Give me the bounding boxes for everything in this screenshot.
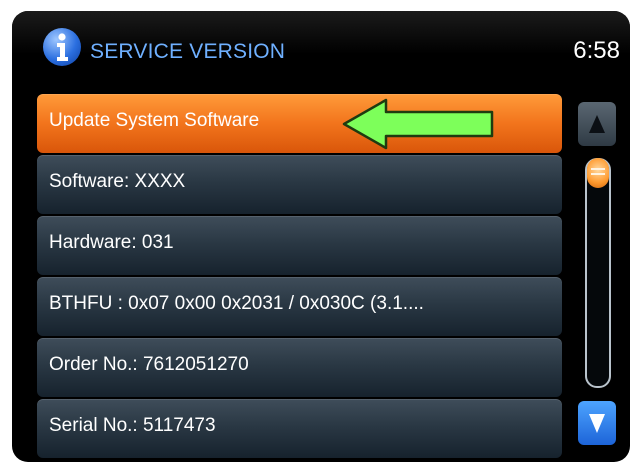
- scroll-thumb[interactable]: [587, 158, 609, 188]
- page-title: SERVICE VERSION: [90, 40, 286, 63]
- list-item-label: Order No.: 7612051270: [49, 354, 249, 375]
- list-item-bthfu[interactable]: BTHFU : 0x07 0x00 0x2031 / 0x030C (3.1..…: [37, 277, 562, 336]
- clock: 6:58: [573, 37, 620, 64]
- triangle-down-icon: [589, 414, 605, 433]
- list-item-order-no[interactable]: Order No.: 7612051270: [37, 338, 562, 397]
- scroll-track[interactable]: [585, 158, 611, 388]
- list-item-update-system-software[interactable]: Update System Software: [37, 94, 562, 153]
- scrollbar[interactable]: [576, 94, 620, 456]
- header-bar: SERVICE VERSION 6:58: [12, 11, 630, 83]
- list-item-label: BTHFU : 0x07 0x00 0x2031 / 0x030C (3.1..…: [49, 293, 424, 314]
- scroll-down-button[interactable]: [578, 401, 616, 445]
- green-arrow-left-icon: [342, 98, 494, 150]
- list-item-label: Serial No.: 5117473: [49, 415, 216, 436]
- info-icon: [43, 28, 81, 66]
- list-item-serial-no[interactable]: Serial No.: 5117473: [37, 399, 562, 458]
- scroll-up-button[interactable]: [578, 102, 616, 146]
- list-item-label: Software: XXXX: [49, 171, 186, 192]
- infotainment-screen: SERVICE VERSION 6:58 Update System Softw…: [12, 11, 630, 462]
- list-item-label: Update System Software: [49, 110, 260, 131]
- list-item-software[interactable]: Software: XXXX: [37, 155, 562, 214]
- list-item-label: Hardware: 031: [49, 232, 174, 253]
- triangle-up-icon: [589, 115, 605, 133]
- list-item-hardware[interactable]: Hardware: 031: [37, 216, 562, 275]
